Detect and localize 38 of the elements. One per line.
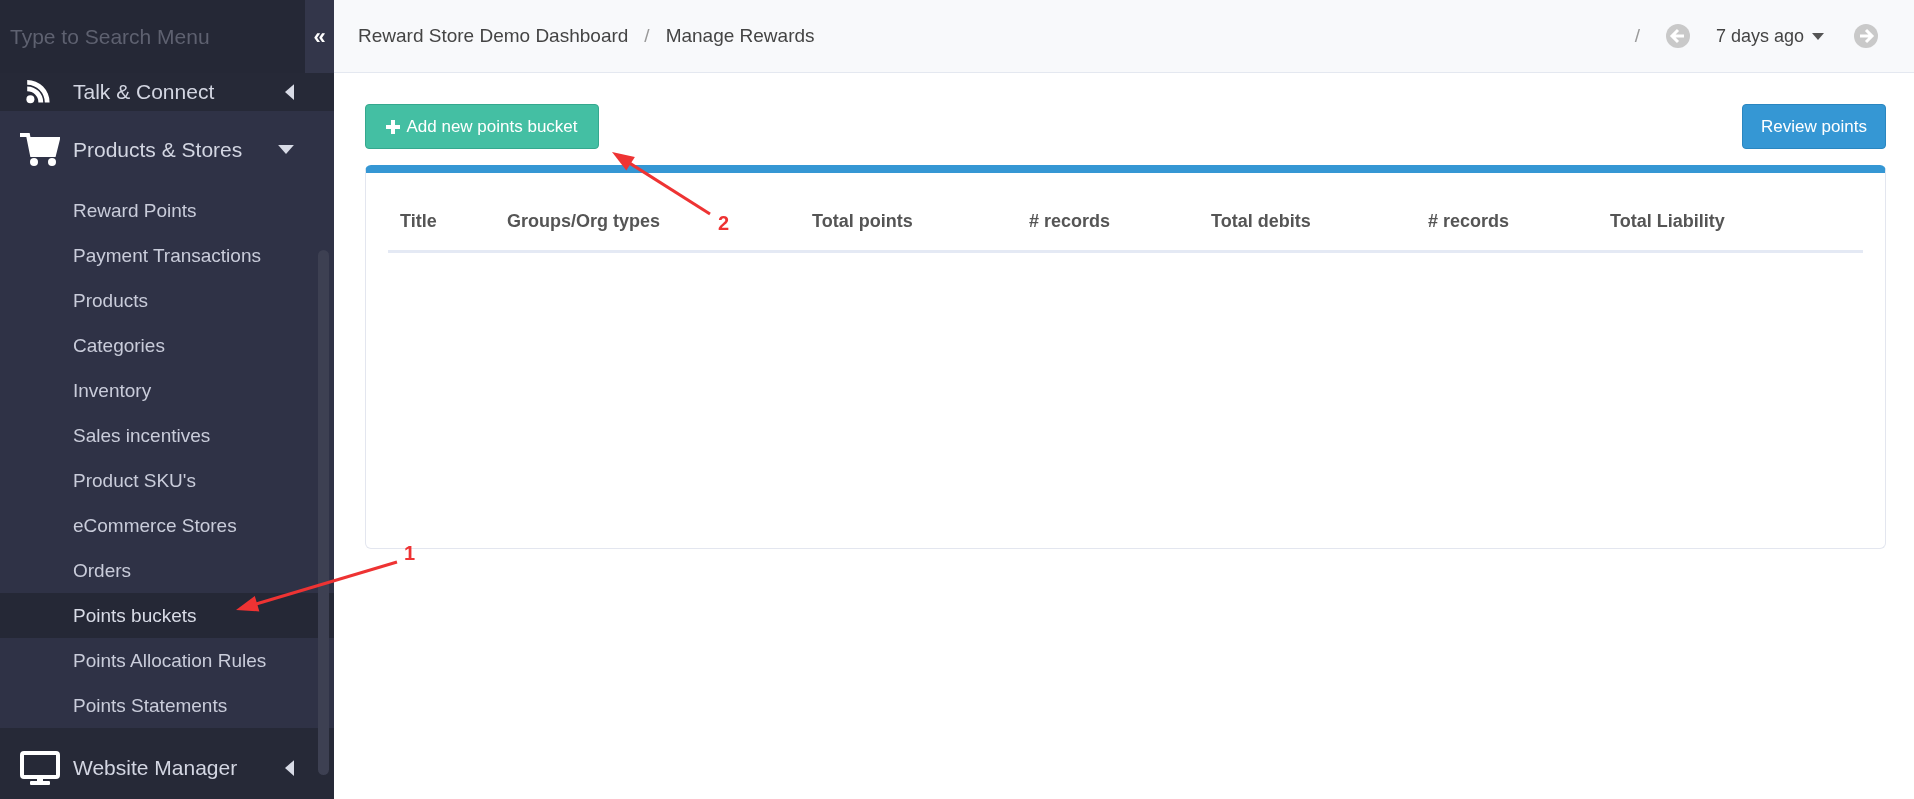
submenu-item[interactable]: Reward Points	[0, 188, 334, 233]
scrollbar[interactable]	[318, 250, 329, 775]
monitor-icon	[20, 751, 60, 785]
submenu-item[interactable]: eCommerce Stores	[0, 503, 334, 548]
column-header: # records	[1428, 211, 1510, 232]
breadcrumb-link[interactable]: Reward Store Demo Dashboard	[358, 25, 629, 47]
menu-item[interactable]: Talk & Connect	[0, 73, 334, 111]
breadcrumb-link[interactable]: Manage Rewards	[665, 25, 815, 47]
cart-icon	[20, 132, 60, 167]
submenu-item[interactable]: Points buckets	[0, 593, 334, 638]
column-header: Title	[400, 211, 437, 232]
caret-down-icon	[278, 145, 294, 154]
date-range-dropdown[interactable]: 7 days ago	[1715, 25, 1824, 47]
annotation-number: 2	[718, 212, 730, 234]
submenu-item[interactable]: Product SKU's	[0, 458, 334, 503]
submenu-item[interactable]: Points Statements	[0, 683, 334, 728]
collapse-button[interactable]: «	[305, 0, 334, 73]
breadcrumb-separator: /	[644, 25, 650, 47]
menu-item[interactable]: Website Manager	[0, 728, 334, 799]
column-header: Total debits	[1211, 211, 1311, 232]
submenu-item[interactable]: Categories	[0, 323, 334, 368]
caret-down-icon	[1812, 32, 1824, 40]
column-header: # records	[1029, 211, 1111, 232]
submenu-item[interactable]: Payment Transactions	[0, 233, 334, 278]
submenu-item[interactable]: Products	[0, 278, 334, 323]
caret-left-icon	[285, 84, 294, 100]
column-header: Groups/Org types	[507, 211, 661, 232]
column-header: Total Liability	[1610, 211, 1725, 232]
column-header: Total points	[812, 211, 913, 232]
submenu-item[interactable]: Orders	[0, 548, 334, 593]
range-separator: /	[1634, 25, 1640, 47]
plus-icon	[386, 119, 401, 134]
submenu-item[interactable]: Inventory	[0, 368, 334, 413]
submenu-item[interactable]: Sales incentives	[0, 413, 334, 458]
annotation-number: 1	[404, 542, 416, 564]
submenu-item[interactable]: Points Allocation Rules	[0, 638, 334, 683]
search-field[interactable]: Type to Search Menu	[0, 0, 305, 73]
caret-left-icon	[285, 760, 294, 776]
